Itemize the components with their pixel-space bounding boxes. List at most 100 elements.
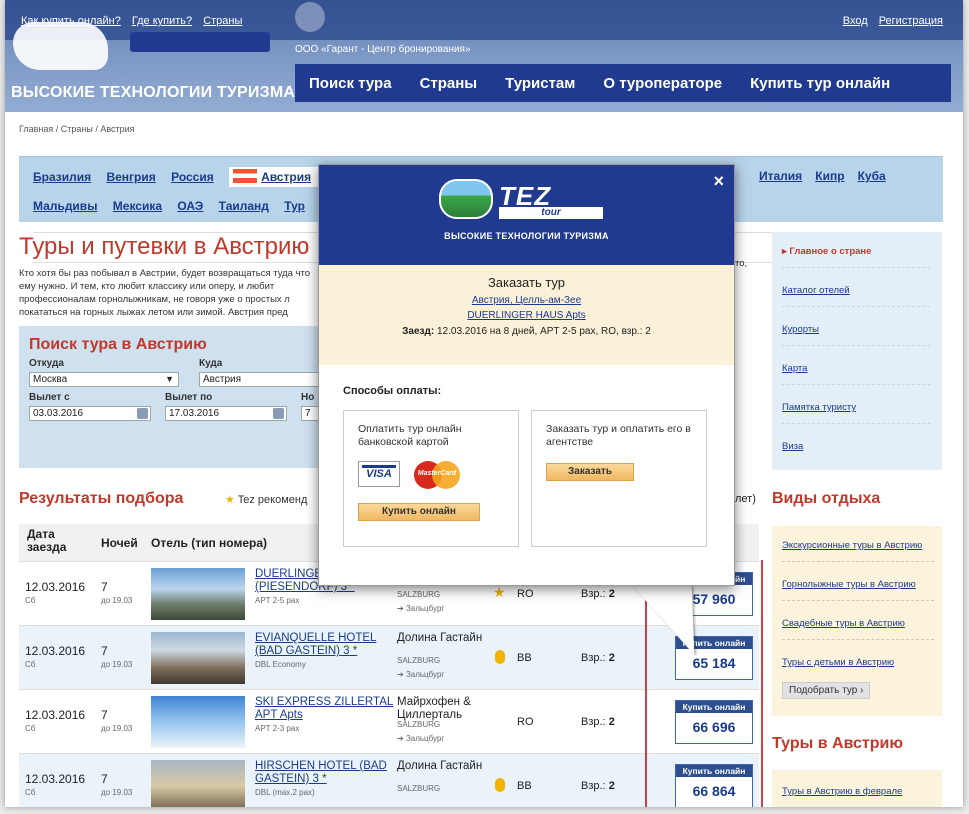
to-label: Куда: [199, 358, 223, 369]
pax-value: 2: [608, 652, 615, 664]
menu-tourist-memo[interactable]: Памятка туристу: [782, 402, 930, 424]
tury-title: Туры в Австрию: [772, 735, 904, 752]
menu-map[interactable]: Карта: [782, 363, 930, 385]
register-link[interactable]: Регистрация: [879, 15, 943, 27]
country-mexico[interactable]: Мексика: [113, 199, 162, 213]
hotel-photo[interactable]: [151, 568, 245, 620]
to-value: Австрия: [203, 374, 242, 385]
nav-countries[interactable]: Страны: [420, 75, 478, 92]
page-title: Туры и путевки в Австрию: [19, 233, 310, 260]
transfer: ➔ Зальцбург: [397, 734, 445, 743]
vidy-excursion[interactable]: Экскурсионные туры в Австрию: [782, 540, 934, 562]
col-hotel: Отель (тип номера): [151, 536, 268, 550]
site-logo[interactable]: [13, 22, 108, 70]
row-nights: 7: [101, 644, 108, 658]
vidy-wedding[interactable]: Свадебные туры в Австрию: [782, 618, 934, 640]
pax-label: Взр.:: [581, 780, 606, 792]
tury-february[interactable]: Туры в Австрию в феврале: [782, 786, 902, 797]
transfer-label: Зальцбург: [405, 670, 445, 679]
countries-link[interactable]: Страны: [203, 15, 242, 27]
country-italy[interactable]: Италия: [759, 169, 802, 183]
hotel-link[interactable]: EVIANQUELLE HOTEL (BAD GASTEIN) 3 *: [255, 632, 395, 658]
mastercard-label: MasterCard: [417, 470, 457, 477]
tez-recommends: ★ Tez рекоменд: [225, 493, 307, 506]
nav-tourists[interactable]: Туристам: [505, 75, 575, 92]
hotel-photo[interactable]: [151, 632, 245, 684]
country-hungary[interactable]: Венгрия: [106, 170, 155, 184]
country-austria: Австрия: [261, 170, 312, 184]
row-dow: Сб: [25, 596, 36, 605]
buy-online-button[interactable]: Купить онлайн: [358, 503, 480, 521]
pax-value: 2: [608, 716, 615, 728]
nav-search-tour[interactable]: Поиск тура: [309, 75, 392, 92]
search-form: Поиск тура в Австрию Откуда Москва ▼ Куда…: [19, 326, 319, 468]
vidy-ski[interactable]: Горнолыжные туры в Австрию: [782, 579, 934, 601]
mountain-logo-icon: [439, 179, 493, 219]
order-button[interactable]: Заказать: [546, 463, 634, 481]
logo-wordmark: [130, 32, 270, 52]
country-cuba[interactable]: Куба: [858, 169, 886, 183]
country-austria-selected[interactable]: Австрия: [229, 167, 328, 187]
transfer: ➔ Зальцбург: [397, 670, 445, 679]
row-date: 12.03.2016: [25, 772, 86, 786]
pax: Взр.: 2: [581, 588, 615, 600]
nav-about[interactable]: О туроператоре: [603, 75, 722, 92]
hotel-photo[interactable]: [151, 696, 245, 748]
where-to-buy-link[interactable]: Где купить?: [132, 15, 192, 27]
order-title: Заказать тур: [487, 275, 566, 290]
hotel-link[interactable]: HIRSCHEN HOTEL (BAD GASTEIN) 3 *: [255, 760, 395, 786]
meal-type: RO: [517, 716, 534, 728]
depart-to-input[interactable]: 17.03.2016: [165, 406, 287, 421]
menu-visa[interactable]: Виза: [782, 441, 930, 462]
from-select[interactable]: Москва ▼: [29, 372, 179, 387]
location-link[interactable]: Австрия, Целль-ам-Зее: [472, 295, 581, 306]
country-russia[interactable]: Россия: [171, 170, 214, 184]
country-maldives[interactable]: Мальдивы: [33, 199, 97, 213]
row-nights: 7: [101, 772, 108, 786]
col-nights: Ночей: [101, 536, 138, 550]
calendar-icon[interactable]: [273, 408, 284, 419]
pick-tour-button[interactable]: Подобрать тур ›: [782, 682, 871, 699]
hotel-name-link[interactable]: DUERLINGER HAUS Apts: [467, 310, 585, 321]
country-brazil[interactable]: Бразилия: [33, 170, 91, 184]
country-cyprus[interactable]: Кипр: [815, 169, 844, 183]
menu-main-about-country[interactable]: ▸ Главное о стране: [782, 246, 930, 268]
visa-icon: VISA: [358, 461, 400, 487]
depart-from-label: Вылет с: [29, 392, 70, 403]
login-link[interactable]: Вход: [843, 15, 868, 27]
org-line: ООО «Гарант - Центр бронирования»: [295, 44, 471, 55]
nav-buy-online[interactable]: Купить тур онлайн: [750, 75, 890, 92]
nights-label: Но: [301, 392, 315, 403]
order-details: Заезд: 12.03.2016 на 8 дней, APT 2-5 pax…: [369, 326, 684, 338]
menu-hotel-catalog[interactable]: Каталог отелей: [782, 285, 930, 307]
pax: Взр.: 2: [581, 780, 615, 792]
hotel-link[interactable]: SKI EXPRESS ZILLERTAL APT Apts: [255, 696, 395, 722]
region-sub: SALZBURG: [397, 720, 441, 729]
results-hint: лет): [735, 493, 756, 505]
to-select[interactable]: Австрия: [199, 372, 319, 387]
calendar-icon[interactable]: [137, 408, 148, 419]
nights-input[interactable]: 7: [301, 406, 319, 421]
region: Долина Гастайн: [397, 632, 483, 644]
nights-value: 7: [305, 408, 311, 419]
hotel-photo[interactable]: [151, 760, 245, 807]
menu-resorts[interactable]: Курорты: [782, 324, 930, 346]
row-nights: 7: [101, 708, 108, 722]
country-uae[interactable]: ОАЭ: [177, 199, 203, 213]
breadcrumb[interactable]: Главная / Страны / Австрия: [19, 124, 135, 134]
room-type: APT 2-3 pax: [255, 724, 300, 733]
row-till: до 19.03: [101, 724, 133, 733]
country-thailand[interactable]: Таиланд: [219, 199, 269, 213]
close-icon[interactable]: ×: [713, 171, 724, 192]
header-info: ООО «Гарант - Центр бронирования»: [295, 2, 675, 56]
country-tunisia[interactable]: Тур: [284, 199, 305, 213]
vidy-kids[interactable]: Туры с детьми в Австрию: [782, 657, 934, 678]
row-dow: Сб: [25, 788, 36, 797]
depart-from-input[interactable]: 03.03.2016: [29, 406, 151, 421]
pay-agency-option: Заказать тур и оплатить его в агентстве …: [531, 410, 707, 547]
row-date: 12.03.2016: [25, 580, 86, 594]
region-sub: SALZBURG: [397, 784, 441, 793]
page: Как купить онлайн? Где купить? Страны Вх…: [5, 0, 963, 807]
pax: Взр.: 2: [581, 652, 615, 664]
results-title: Результаты подбора: [19, 490, 184, 507]
